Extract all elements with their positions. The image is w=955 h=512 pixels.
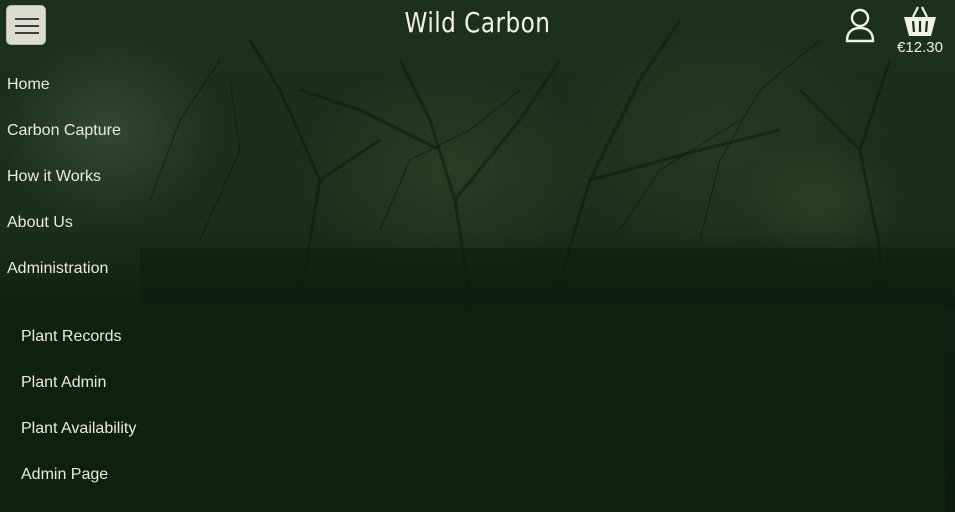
menu-icon <box>15 18 39 20</box>
basket-total: €12.30 <box>897 39 943 56</box>
subnav-item-plant-records[interactable]: Plant Records <box>21 328 122 346</box>
menu-icon-bar <box>15 32 39 34</box>
nav-item-how-it-works[interactable]: How it Works <box>7 168 101 186</box>
basket-button[interactable]: €12.30 <box>893 4 947 60</box>
site-brand[interactable]: Wild Carbon <box>38 6 917 39</box>
site-header: Wild Carbon €12.30 <box>0 0 955 56</box>
subnav-item-plant-availability[interactable]: Plant Availability <box>21 420 136 438</box>
forest-background <box>0 0 955 512</box>
subnav-item-plant-admin[interactable]: Plant Admin <box>21 374 106 392</box>
user-icon <box>845 8 875 43</box>
subnav-item-admin-page[interactable]: Admin Page <box>21 466 108 484</box>
nav-item-administration[interactable]: Administration <box>7 260 108 278</box>
nav-item-carbon-capture[interactable]: Carbon Capture <box>7 122 121 140</box>
nav-item-home[interactable]: Home <box>7 76 50 94</box>
account-button[interactable] <box>842 6 878 44</box>
nav-item-about-us[interactable]: About Us <box>7 214 73 232</box>
content-overlay <box>0 305 945 512</box>
basket-icon <box>904 6 936 36</box>
menu-icon-bar <box>15 25 39 27</box>
overlay-panel <box>140 248 955 308</box>
